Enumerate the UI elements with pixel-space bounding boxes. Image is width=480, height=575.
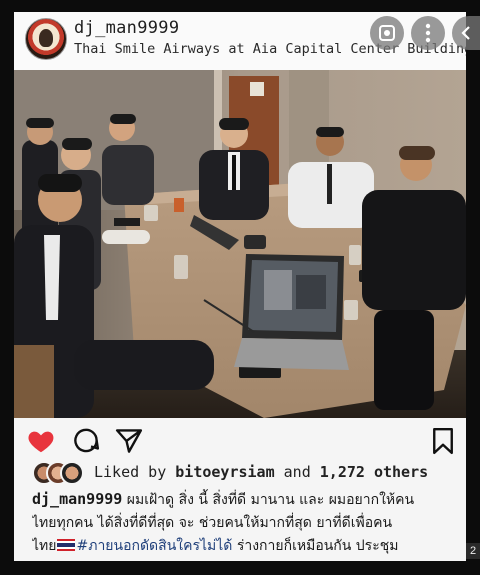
user-avatar[interactable]: [25, 18, 67, 60]
caption-line-3: ไทย #ภายนอกดัดสินใครไม่ได้ ร่างกายก็เหมือ…: [32, 535, 462, 558]
liked-by-text[interactable]: Liked by bitoeyrsiam and 1,272 others: [94, 463, 428, 481]
liked-by-middle: and: [274, 463, 320, 481]
liked-by-prefix: Liked by: [94, 463, 176, 481]
caption-hashtag[interactable]: #ภายนอกดัดสินใครไม่ได้: [76, 538, 232, 554]
caption-text-3b: ร่างกายก็เหมือนกัน ประชุม: [232, 538, 399, 554]
likes-count[interactable]: 1,272 others: [320, 463, 428, 481]
comment-icon[interactable]: [71, 426, 101, 456]
caption-username[interactable]: dj_man9999: [32, 490, 122, 508]
send-icon[interactable]: [114, 426, 144, 456]
back-icon[interactable]: [452, 16, 480, 50]
post-location[interactable]: Thai Smile Airways at Aia Capital Center…: [74, 41, 466, 57]
caption-text-1: ผมเฝ้าดู สิ่ง นี้ สิ่งที่ดี มานาน และ ผม…: [122, 492, 415, 508]
lens-icon[interactable]: [370, 16, 404, 50]
post-photo[interactable]: [14, 70, 466, 418]
liked-by-user[interactable]: bitoeyrsiam: [175, 463, 274, 481]
liker-avatar: [60, 461, 84, 485]
instagram-post: dj_man9999 Thai Smile Airways at Aia Cap…: [14, 12, 466, 561]
post-username[interactable]: dj_man9999: [74, 18, 179, 38]
bookmark-icon[interactable]: [428, 426, 458, 456]
thailand-flag-icon: [57, 539, 76, 551]
heart-icon[interactable]: [26, 426, 56, 456]
post-actions-bar: [14, 418, 466, 462]
more-icon[interactable]: [411, 16, 445, 50]
caption-text-3: ไทย: [32, 538, 57, 554]
post-caption: dj_man9999 ผมเฝ้าดู สิ่ง นี้ สิ่งที่ดี ม…: [32, 488, 462, 558]
page-indicator: 2: [466, 543, 480, 559]
caption-line-2: ไทยทุกคน ได้สิ่งที่ดีที่สุด จะ ช่วยคนให้…: [32, 515, 393, 531]
caption-line-1: dj_man9999 ผมเฝ้าดู สิ่ง นี้ สิ่งที่ดี ม…: [32, 488, 462, 512]
